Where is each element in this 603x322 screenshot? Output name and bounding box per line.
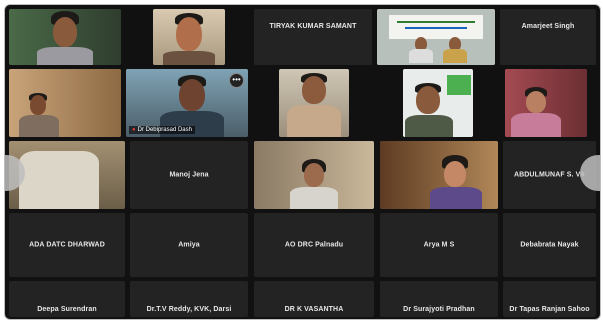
participant-name: Debabrata Nayak: [520, 241, 579, 249]
participant-name-tile[interactable]: Arya M S: [380, 213, 498, 277]
wall-poster: [447, 75, 471, 95]
participant-face: [179, 79, 205, 111]
participant-name-tile[interactable]: Dr.T.V Reddy, KVK, Darsi: [130, 281, 248, 317]
participant-face: [526, 91, 546, 113]
participant-shirt: [37, 47, 93, 65]
participant-name-tile[interactable]: TIRYAK KUMAR SAMANT: [254, 9, 372, 65]
participant-name-tile[interactable]: Dr Surajyoti Pradhan: [380, 281, 498, 317]
participant-video-tile[interactable]: [505, 69, 587, 137]
participant-shirt: [19, 115, 59, 137]
participant-name: TIRYAK KUMAR SAMANT: [269, 23, 357, 30]
participant-name-tile[interactable]: Dr Tapas Ranjan Sahoo: [503, 281, 596, 317]
participant-name: Dr Tapas Ranjan Sahoo: [509, 306, 590, 313]
participant-label: ● Dr Debiprasad Dash: [129, 126, 195, 134]
participant-name: Amiya: [178, 241, 200, 249]
participant-video-tile[interactable]: [279, 69, 349, 137]
participant-video-tile[interactable]: ••• ● Dr Debiprasad Dash: [126, 69, 248, 137]
participant-name: Dr Surajyoti Pradhan: [403, 306, 475, 313]
participant-video-tile[interactable]: [153, 9, 225, 65]
participant-face: [304, 163, 324, 187]
participant-name-tile[interactable]: ADA DATC DHARWAD: [9, 213, 125, 277]
participant-video-tile[interactable]: [403, 69, 473, 137]
participant-video-tile[interactable]: [380, 141, 498, 209]
participant-shirt: [409, 49, 433, 63]
banner-text: [397, 21, 475, 23]
participant-name: DR K VASANTHA: [284, 306, 344, 313]
participant-name: ADA DATC DHARWAD: [29, 241, 105, 249]
participant-name-tile[interactable]: DR K VASANTHA: [254, 281, 374, 317]
participant-shirt: [163, 51, 215, 65]
participant-name: AO DRC Palnadu: [284, 241, 344, 249]
participant-name: Deepa Surendran: [37, 306, 97, 313]
participant-shirt: [19, 151, 99, 209]
participant-name-tile[interactable]: Manoj Jena: [130, 141, 248, 209]
participant-name: Arya M S: [423, 241, 455, 249]
participant-name: Dr Debiprasad Dash: [137, 127, 192, 133]
participant-name-tile[interactable]: Amarjeet Singh: [500, 9, 596, 65]
participant-face: [444, 161, 466, 187]
participant-name-tile[interactable]: Deepa Surendran: [9, 281, 125, 317]
participant-shirt: [290, 187, 338, 209]
participant-shirt: [405, 115, 453, 137]
participant-name: Manoj Jena: [169, 171, 209, 179]
participant-video-tile[interactable]: [254, 141, 374, 209]
active-speaker-tile[interactable]: [377, 9, 495, 65]
participant-video-tile[interactable]: [9, 69, 121, 137]
more-options-button[interactable]: •••: [229, 73, 244, 88]
participant-shirt: [511, 113, 561, 137]
participant-shirt: [443, 49, 467, 63]
microphone-muted-icon: ●: [132, 127, 136, 133]
participant-face: [302, 76, 326, 104]
participant-name: Amarjeet Singh: [521, 23, 575, 30]
participant-shirt: [287, 105, 341, 137]
participant-face: [416, 86, 440, 114]
participant-video-tile[interactable]: [9, 141, 125, 209]
participant-face: [53, 17, 77, 47]
banner-text: [405, 27, 467, 29]
participant-face: [176, 17, 202, 51]
video-gallery: TIRYAK KUMAR SAMANT Amarjeet Singh ••• ●…: [4, 4, 601, 320]
participant-name-tile[interactable]: Amiya: [130, 213, 248, 277]
participant-name-tile[interactable]: Debabrata Nayak: [503, 213, 596, 277]
participant-face: [30, 95, 46, 115]
participant-name: Dr.T.V Reddy, KVK, Darsi: [146, 306, 232, 313]
participant-name-tile[interactable]: AO DRC Palnadu: [254, 213, 374, 277]
participant-shirt: [430, 187, 482, 209]
participant-video-tile[interactable]: [9, 9, 121, 65]
